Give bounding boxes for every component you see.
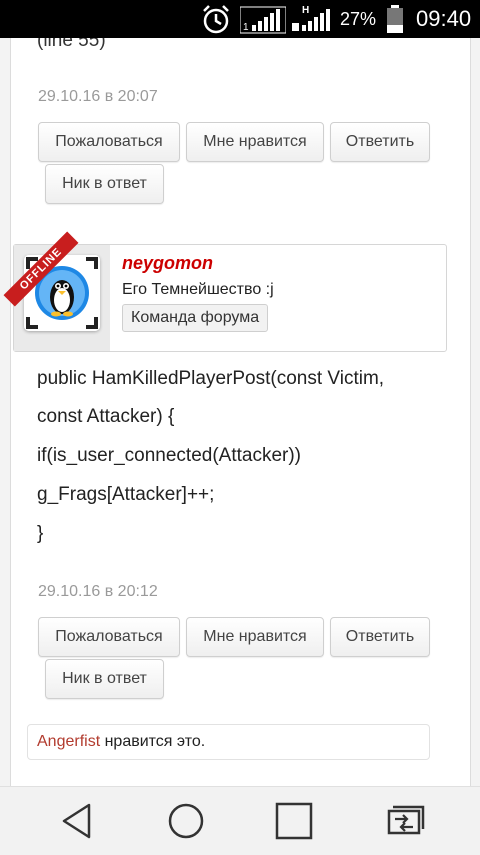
battery-icon xyxy=(386,0,404,38)
code-line: g_Frags[Attacker]++; xyxy=(37,484,215,505)
group-badge[interactable]: Команда форума xyxy=(122,304,269,332)
author-card: OFFLINE neygomon Его Темнейшество :j Ком… xyxy=(3,231,447,352)
likes-summary: Angerfist нравится это. xyxy=(27,724,430,760)
home-circle-icon xyxy=(168,803,204,839)
alarm-icon xyxy=(200,0,232,38)
signal-1-icon: 1 xyxy=(240,0,286,38)
forum-thread[interactable]: (line 55) 29.10.16 в 20:07 Пожаловаться … xyxy=(0,38,480,786)
report-button[interactable]: Пожаловаться xyxy=(38,617,180,657)
screen-switch-button[interactable] xyxy=(364,787,444,855)
screen-switch-icon xyxy=(387,805,425,835)
like-button[interactable]: Мне нравится xyxy=(186,122,324,162)
recents-button[interactable] xyxy=(254,787,334,855)
svg-text:1: 1 xyxy=(243,22,249,33)
code-line: (line 55) xyxy=(37,38,106,51)
nick-reply-button[interactable]: Ник в ответ xyxy=(45,659,164,699)
code-line: } xyxy=(37,523,44,544)
code-line: public HamKilledPlayerPost(const Victim, xyxy=(37,368,385,389)
back-triangle-icon xyxy=(62,803,91,839)
back-button[interactable] xyxy=(37,787,117,855)
system-nav-bar xyxy=(0,786,480,855)
home-button[interactable] xyxy=(146,787,226,855)
nick-reply-button[interactable]: Ник в ответ xyxy=(45,164,164,204)
recents-square-icon xyxy=(275,802,313,840)
code-line: const Attacker) { xyxy=(37,406,175,427)
author-title: Его Темнейшество :j xyxy=(122,281,274,298)
battery-percent: 27% xyxy=(340,8,377,29)
signal-2-icon: H xyxy=(290,0,334,38)
report-button[interactable]: Пожаловаться xyxy=(38,122,180,162)
clock: 09:40 xyxy=(416,6,472,31)
like-button[interactable]: Мне нравится xyxy=(186,617,324,657)
reply-button[interactable]: Ответить xyxy=(330,617,430,657)
likes-text: нравится это. xyxy=(100,733,206,750)
post-date: 29.10.16 в 20:12 xyxy=(38,583,158,600)
reply-button[interactable]: Ответить xyxy=(330,122,430,162)
code-line: if(is_user_connected(Attacker)) xyxy=(37,445,301,466)
status-bar: 1 H 27% 09:40 xyxy=(0,0,480,38)
author-name[interactable]: neygomon xyxy=(122,253,213,274)
avatar-area: OFFLINE xyxy=(3,231,110,351)
post-date: 29.10.16 в 20:07 xyxy=(38,88,158,105)
network-type-label: H xyxy=(302,5,309,16)
like-user-link[interactable]: Angerfist xyxy=(37,733,100,751)
